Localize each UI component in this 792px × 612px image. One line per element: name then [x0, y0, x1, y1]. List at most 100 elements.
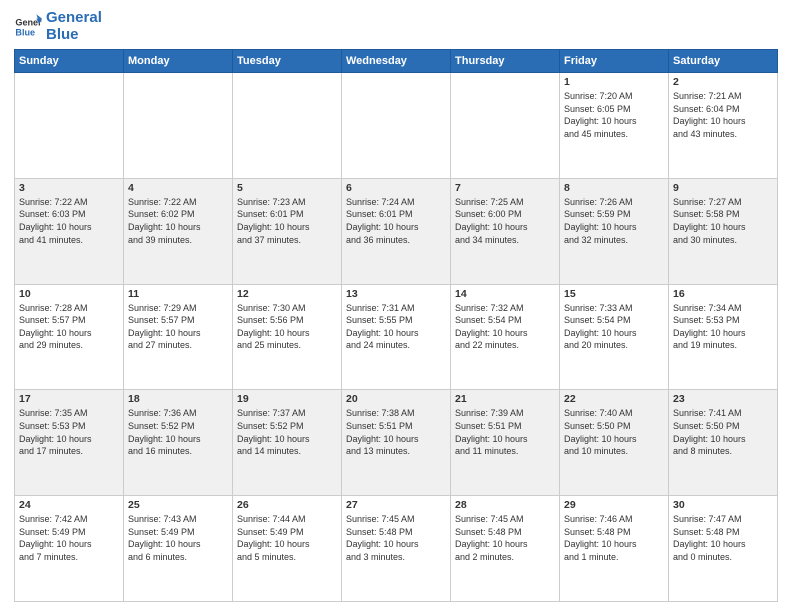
day-info: Sunrise: 7:43 AM Sunset: 5:49 PM Dayligh… — [128, 513, 228, 563]
day-number: 1 — [564, 76, 664, 88]
day-number: 8 — [564, 182, 664, 194]
calendar-cell — [451, 73, 560, 179]
header: General Blue General Blue — [14, 10, 778, 43]
calendar-table: SundayMondayTuesdayWednesdayThursdayFrid… — [14, 49, 778, 602]
calendar-cell: 10 Sunrise: 7:28 AM Sunset: 5:57 PM Dayli… — [15, 284, 124, 390]
calendar-cell: 28 Sunrise: 7:45 AM Sunset: 5:48 PM Dayli… — [451, 496, 560, 602]
day-info: Sunrise: 7:27 AM Sunset: 5:58 PM Dayligh… — [673, 196, 773, 246]
svg-text:Blue: Blue — [15, 27, 35, 37]
day-info: Sunrise: 7:30 AM Sunset: 5:56 PM Dayligh… — [237, 302, 337, 352]
calendar-cell: 21Sunrise: 7:39 AM Sunset: 5:51 PM Dayli… — [451, 390, 560, 496]
day-info: Sunrise: 7:40 AM Sunset: 5:50 PM Dayligh… — [564, 407, 664, 457]
weekday-header-saturday: Saturday — [669, 50, 778, 73]
day-info: Sunrise: 7:38 AM Sunset: 5:51 PM Dayligh… — [346, 407, 446, 457]
calendar-cell: 13Sunrise: 7:31 AM Sunset: 5:55 PM Dayli… — [342, 284, 451, 390]
weekday-header-tuesday: Tuesday — [233, 50, 342, 73]
calendar-cell: 2 Sunrise: 7:21 AM Sunset: 6:04 PM Daylig… — [669, 73, 778, 179]
day-number: 5 — [237, 182, 337, 194]
day-number: 12 — [237, 288, 337, 300]
day-number: 20 — [346, 393, 446, 405]
calendar-week-4: 17 Sunrise: 7:35 AM Sunset: 5:53 PM Dayli… — [15, 390, 778, 496]
day-number: 17 — [19, 393, 119, 405]
day-number: 15 — [564, 288, 664, 300]
day-number: 9 — [673, 182, 773, 194]
calendar-week-3: 10 Sunrise: 7:28 AM Sunset: 5:57 PM Dayli… — [15, 284, 778, 390]
calendar-cell: 6 Sunrise: 7:24 AM Sunset: 6:01 PM Daylig… — [342, 178, 451, 284]
day-info: Sunrise: 7:26 AM Sunset: 5:59 PM Dayligh… — [564, 196, 664, 246]
calendar-week-1: 1 Sunrise: 7:20 AM Sunset: 6:05 PM Daylig… — [15, 73, 778, 179]
calendar-cell: 19 Sunrise: 7:37 AM Sunset: 5:52 PM Dayli… — [233, 390, 342, 496]
day-info: Sunrise: 7:28 AM Sunset: 5:57 PM Dayligh… — [19, 302, 119, 352]
day-number: 13 — [346, 288, 446, 300]
day-info: Sunrise: 7:34 AM Sunset: 5:53 PM Dayligh… — [673, 302, 773, 352]
page: General Blue General Blue SundayMondayTu… — [0, 0, 792, 612]
weekday-header-thursday: Thursday — [451, 50, 560, 73]
day-info: Sunrise: 7:23 AM Sunset: 6:01 PM Dayligh… — [237, 196, 337, 246]
day-info: Sunrise: 7:21 AM Sunset: 6:04 PM Dayligh… — [673, 90, 773, 140]
logo-text: General — [46, 10, 102, 27]
calendar-cell: 11 Sunrise: 7:29 AM Sunset: 5:57 PM Dayli… — [124, 284, 233, 390]
day-number: 29 — [564, 499, 664, 511]
day-info: Sunrise: 7:24 AM Sunset: 6:01 PM Dayligh… — [346, 196, 446, 246]
day-number: 3 — [19, 182, 119, 194]
day-number: 30 — [673, 499, 773, 511]
calendar-cell: 24Sunrise: 7:42 AM Sunset: 5:49 PM Dayli… — [15, 496, 124, 602]
day-number: 2 — [673, 76, 773, 88]
calendar-cell: 16 Sunrise: 7:34 AM Sunset: 5:53 PM Dayli… — [669, 284, 778, 390]
calendar-cell — [233, 73, 342, 179]
day-number: 19 — [237, 393, 337, 405]
calendar-cell: 3 Sunrise: 7:22 AM Sunset: 6:03 PM Daylig… — [15, 178, 124, 284]
logo-text-blue: Blue — [46, 27, 102, 44]
calendar-cell: 7Sunrise: 7:25 AM Sunset: 6:00 PM Daylig… — [451, 178, 560, 284]
day-number: 11 — [128, 288, 228, 300]
day-info: Sunrise: 7:47 AM Sunset: 5:48 PM Dayligh… — [673, 513, 773, 563]
day-info: Sunrise: 7:35 AM Sunset: 5:53 PM Dayligh… — [19, 407, 119, 457]
calendar-cell: 27 Sunrise: 7:45 AM Sunset: 5:48 PM Dayli… — [342, 496, 451, 602]
day-info: Sunrise: 7:29 AM Sunset: 5:57 PM Dayligh… — [128, 302, 228, 352]
calendar-cell: 5 Sunrise: 7:23 AM Sunset: 6:01 PM Daylig… — [233, 178, 342, 284]
day-number: 21 — [455, 393, 555, 405]
day-number: 10 — [19, 288, 119, 300]
day-number: 16 — [673, 288, 773, 300]
day-info: Sunrise: 7:37 AM Sunset: 5:52 PM Dayligh… — [237, 407, 337, 457]
logo-icon: General Blue — [14, 13, 42, 41]
day-info: Sunrise: 7:22 AM Sunset: 6:03 PM Dayligh… — [19, 196, 119, 246]
day-info: Sunrise: 7:20 AM Sunset: 6:05 PM Dayligh… — [564, 90, 664, 140]
day-number: 4 — [128, 182, 228, 194]
day-number: 27 — [346, 499, 446, 511]
calendar-cell: 22Sunrise: 7:40 AM Sunset: 5:50 PM Dayli… — [560, 390, 669, 496]
day-info: Sunrise: 7:41 AM Sunset: 5:50 PM Dayligh… — [673, 407, 773, 457]
calendar-cell: 14Sunrise: 7:32 AM Sunset: 5:54 PM Dayli… — [451, 284, 560, 390]
day-number: 25 — [128, 499, 228, 511]
day-number: 23 — [673, 393, 773, 405]
calendar-week-2: 3 Sunrise: 7:22 AM Sunset: 6:03 PM Daylig… — [15, 178, 778, 284]
calendar-cell: 9 Sunrise: 7:27 AM Sunset: 5:58 PM Daylig… — [669, 178, 778, 284]
weekday-header-sunday: Sunday — [15, 50, 124, 73]
logo: General Blue General Blue — [14, 10, 102, 43]
day-info: Sunrise: 7:45 AM Sunset: 5:48 PM Dayligh… — [346, 513, 446, 563]
day-info: Sunrise: 7:46 AM Sunset: 5:48 PM Dayligh… — [564, 513, 664, 563]
weekday-header-wednesday: Wednesday — [342, 50, 451, 73]
weekday-header-friday: Friday — [560, 50, 669, 73]
calendar-cell: 20 Sunrise: 7:38 AM Sunset: 5:51 PM Dayli… — [342, 390, 451, 496]
calendar-cell: 25 Sunrise: 7:43 AM Sunset: 5:49 PM Dayli… — [124, 496, 233, 602]
day-number: 7 — [455, 182, 555, 194]
day-number: 6 — [346, 182, 446, 194]
calendar-cell: 12 Sunrise: 7:30 AM Sunset: 5:56 PM Dayli… — [233, 284, 342, 390]
calendar-cell: 23 Sunrise: 7:41 AM Sunset: 5:50 PM Dayli… — [669, 390, 778, 496]
day-info: Sunrise: 7:45 AM Sunset: 5:48 PM Dayligh… — [455, 513, 555, 563]
weekday-header-monday: Monday — [124, 50, 233, 73]
calendar-cell — [15, 73, 124, 179]
day-info: Sunrise: 7:32 AM Sunset: 5:54 PM Dayligh… — [455, 302, 555, 352]
calendar-cell: 1 Sunrise: 7:20 AM Sunset: 6:05 PM Daylig… — [560, 73, 669, 179]
calendar-cell: 15Sunrise: 7:33 AM Sunset: 5:54 PM Dayli… — [560, 284, 669, 390]
weekday-header-row: SundayMondayTuesdayWednesdayThursdayFrid… — [15, 50, 778, 73]
day-number: 28 — [455, 499, 555, 511]
calendar-cell: 4Sunrise: 7:22 AM Sunset: 6:02 PM Daylig… — [124, 178, 233, 284]
day-number: 24 — [19, 499, 119, 511]
day-number: 18 — [128, 393, 228, 405]
day-info: Sunrise: 7:36 AM Sunset: 5:52 PM Dayligh… — [128, 407, 228, 457]
calendar-cell: 18 Sunrise: 7:36 AM Sunset: 5:52 PM Dayli… — [124, 390, 233, 496]
calendar-cell — [342, 73, 451, 179]
calendar-week-5: 24Sunrise: 7:42 AM Sunset: 5:49 PM Dayli… — [15, 496, 778, 602]
